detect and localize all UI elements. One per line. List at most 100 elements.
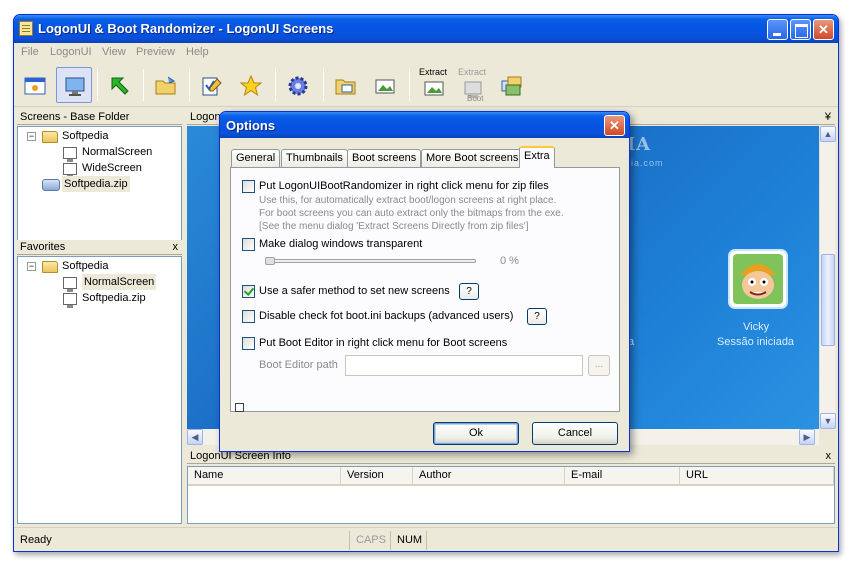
- title-bar[interactable]: LogonUI & Boot Randomizer - LogonUI Scre…: [14, 15, 838, 43]
- options-dialog: Options ✕ General Thumbnails Boot screen…: [219, 111, 630, 452]
- maximize-button[interactable]: [790, 19, 811, 40]
- screen-icon: [63, 293, 77, 308]
- back-arrow-button[interactable]: [102, 67, 138, 103]
- logon-screen-button[interactable]: [17, 67, 53, 103]
- screens-collection-button[interactable]: [494, 67, 530, 103]
- fav-item-softpedia[interactable]: Softpedia: [62, 258, 108, 274]
- column-version[interactable]: Version: [341, 467, 413, 486]
- gear-icon: [288, 76, 308, 96]
- safer-checkbox[interactable]: [242, 285, 255, 298]
- fav-item-normalscreen[interactable]: NormalScreen: [82, 274, 157, 290]
- favorites-title: Favorites: [20, 241, 66, 253]
- image-button[interactable]: [367, 67, 403, 103]
- scroll-right-button[interactable]: ▶: [799, 429, 815, 445]
- column-name[interactable]: Name: [188, 467, 341, 486]
- safer-help-button[interactable]: ?: [459, 283, 479, 300]
- preview-pin-button[interactable]: ¥: [825, 110, 831, 124]
- num-indicator: NUM: [397, 534, 423, 546]
- column-author[interactable]: Author: [413, 467, 565, 486]
- tree-item-softpedia[interactable]: Softpedia: [62, 128, 108, 144]
- calendar-folder-button[interactable]: [328, 67, 364, 103]
- info-pane-close-button[interactable]: x: [826, 449, 832, 463]
- transparency-slider-knob[interactable]: [265, 257, 275, 265]
- transparent-checkbox[interactable]: [242, 238, 255, 251]
- boot-editor-checkbox[interactable]: [242, 337, 255, 350]
- zip-menu-label: Put LogonUIBootRandomizer in right click…: [259, 180, 549, 192]
- fav-item-softpedia-zip[interactable]: Softpedia.zip: [82, 290, 146, 306]
- bootini-checkbox[interactable]: [242, 310, 255, 323]
- menu-file[interactable]: File: [21, 46, 39, 58]
- screen-icon: [63, 163, 77, 178]
- transparent-label: Make dialog windows transparent: [259, 238, 423, 250]
- size-grip: [235, 403, 244, 412]
- tab-general[interactable]: General: [231, 149, 281, 167]
- vscroll-thumb[interactable]: [821, 254, 835, 346]
- ok-button[interactable]: Ok: [433, 422, 519, 445]
- zip-menu-help-3: [See the menu dialog 'Extract Screens Di…: [259, 221, 529, 232]
- cancel-button[interactable]: Cancel: [532, 422, 618, 445]
- app-icon: [19, 21, 33, 36]
- star-icon: [240, 75, 262, 97]
- zip-icon: [42, 179, 60, 191]
- preview-vscroll[interactable]: ▲ ▼: [819, 126, 836, 429]
- bootini-help-button[interactable]: ?: [527, 308, 547, 325]
- tab-more-boot-screens[interactable]: More Boot screens: [421, 149, 524, 167]
- menu-view[interactable]: View: [102, 46, 126, 58]
- favorite-button[interactable]: [233, 67, 269, 103]
- menu-bar: File LogonUI View Preview Help: [14, 43, 838, 63]
- column-url[interactable]: URL: [680, 467, 834, 486]
- user-avatar[interactable]: [728, 249, 788, 309]
- open-folder-button[interactable]: [148, 67, 184, 103]
- dialog-title-bar[interactable]: Options ✕: [220, 112, 629, 138]
- edit-checklist-icon: [202, 77, 222, 96]
- safer-label: Use a safer method to set new screens: [259, 285, 450, 297]
- transparency-slider[interactable]: [265, 259, 476, 263]
- screens-tree-collapse[interactable]: −: [27, 132, 36, 141]
- zip-menu-help-1: Use this, for automatically extract boot…: [259, 195, 557, 206]
- browse-button[interactable]: ...: [588, 355, 610, 376]
- dialog-close-button[interactable]: ✕: [604, 115, 625, 136]
- toolbar: Extract Extract Boot: [14, 63, 838, 107]
- tab-boot-screens[interactable]: Boot screens: [347, 149, 422, 167]
- scroll-up-button[interactable]: ▲: [820, 126, 836, 142]
- extract-boot-sub: Boot: [467, 94, 484, 103]
- minimize-button[interactable]: [767, 19, 788, 40]
- caps-indicator: CAPS: [356, 534, 386, 546]
- monitor-view-button[interactable]: [56, 67, 92, 103]
- tree-item-softpedia-zip[interactable]: Softpedia.zip: [62, 176, 130, 192]
- menu-help[interactable]: Help: [186, 46, 209, 58]
- zip-menu-help-2: For boot screens you can auto extract on…: [259, 208, 564, 219]
- tab-thumbnails[interactable]: Thumbnails: [281, 149, 348, 167]
- extra-tab-panel: Put LogonUIBootRandomizer in right click…: [230, 167, 620, 412]
- scroll-left-button[interactable]: ◀: [187, 429, 203, 445]
- favorites-tree: − Softpedia NormalScreen Softpedia.zip: [17, 256, 182, 524]
- favorites-tree-collapse[interactable]: −: [27, 262, 36, 271]
- folder-grid-icon: [335, 79, 356, 95]
- edit-button[interactable]: [194, 67, 230, 103]
- column-email[interactable]: E-mail: [565, 467, 680, 486]
- scroll-down-button[interactable]: ▼: [820, 413, 836, 429]
- options-button[interactable]: [280, 67, 316, 103]
- dialog-title: Options: [226, 118, 276, 133]
- user-name: Vicky: [743, 321, 770, 333]
- extract-boot-button[interactable]: Extract Boot: [455, 67, 491, 103]
- window-title: LogonUI & Boot Randomizer - LogonUI Scre…: [38, 21, 334, 36]
- boot-editor-path-label: Boot Editor path: [259, 359, 338, 371]
- tab-extra[interactable]: Extra: [519, 146, 555, 168]
- menu-logonui[interactable]: LogonUI: [50, 46, 92, 58]
- screen-info-table: Name Version Author E-mail URL: [187, 466, 835, 524]
- window-icon: [24, 77, 46, 95]
- zip-menu-checkbox[interactable]: [242, 180, 255, 193]
- folder-icon: [42, 131, 58, 143]
- tree-item-normalscreen[interactable]: NormalScreen: [82, 144, 152, 160]
- menu-preview[interactable]: Preview: [136, 46, 175, 58]
- screen-icon: [63, 277, 77, 292]
- arrow-up-left-icon: [111, 77, 129, 95]
- boot-editor-path-input[interactable]: [345, 355, 583, 376]
- extract-button[interactable]: Extract: [416, 67, 452, 103]
- folder-open-icon: [155, 76, 176, 95]
- close-button[interactable]: ✕: [813, 19, 834, 40]
- favorites-close-button[interactable]: x: [173, 240, 179, 254]
- extract-picture-icon: [424, 81, 444, 96]
- tree-item-widescreen[interactable]: WideScreen: [82, 160, 142, 176]
